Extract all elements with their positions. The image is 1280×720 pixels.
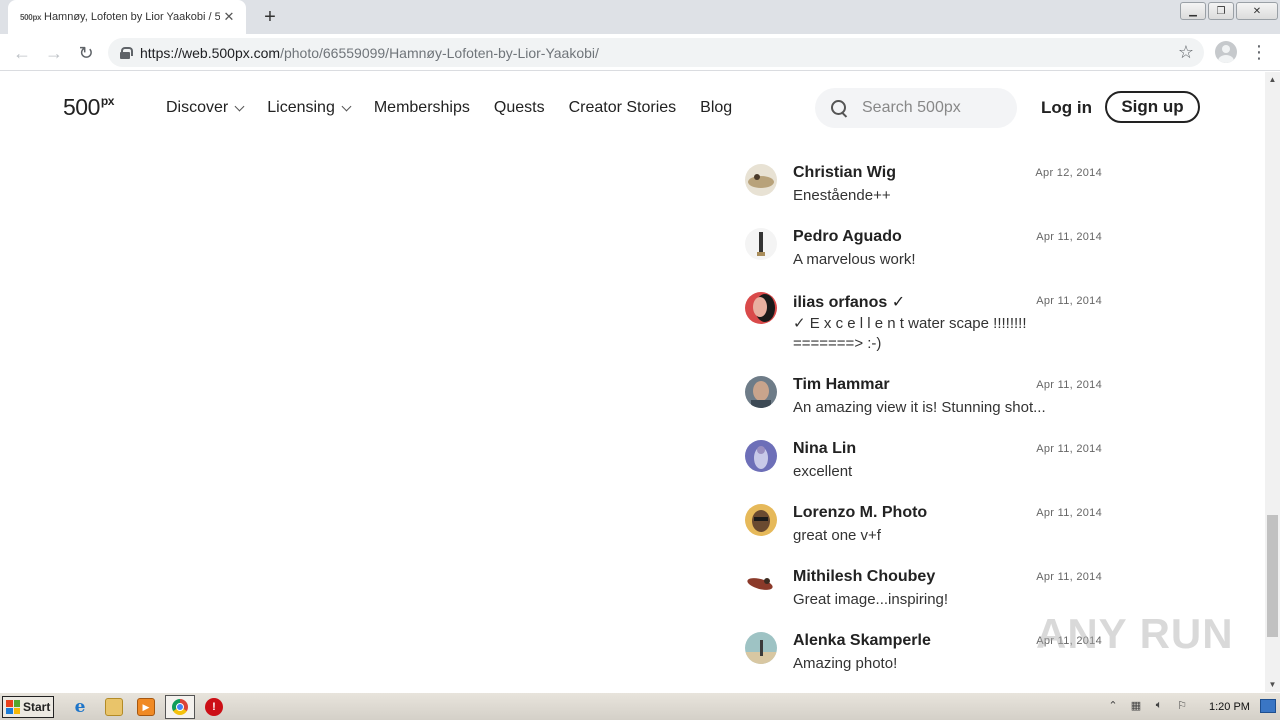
more-menu-icon[interactable]: ⋮: [1250, 42, 1268, 62]
windows-taskbar: Start e ▶ ! ⌃ ▦ 🔈︎ ⚐ 1:20 PM: [0, 692, 1280, 720]
browser-tab[interactable]: 500px Hamnøy, Lofoten by Lior Yaakobi / …: [8, 0, 246, 34]
comment-author[interactable]: ilias orfanos ✓: [793, 292, 905, 312]
nav-licensing[interactable]: Licensing: [267, 99, 352, 117]
avatar[interactable]: [745, 568, 777, 600]
avatar[interactable]: [745, 632, 777, 664]
comment-author[interactable]: Nina Lin: [793, 440, 856, 458]
comment-text: great one v+f: [793, 527, 881, 544]
url-host: https://web.500px.com: [140, 44, 281, 61]
signup-button[interactable]: Sign up: [1105, 91, 1200, 123]
nav-quests[interactable]: Quests: [494, 99, 545, 117]
nav-blog[interactable]: Blog: [700, 99, 732, 117]
folder-icon[interactable]: [105, 698, 123, 716]
comment-text: ✓ E x c e l l e n t water scape !!!!!!!!…: [793, 315, 1027, 352]
flag-icon[interactable]: ⚐: [1174, 697, 1190, 713]
url-text: https://web.500px.com/photo/66559099/Ham…: [140, 45, 599, 61]
main-nav: Discover Licensing Memberships Quests Cr…: [166, 99, 756, 117]
avatar[interactable]: [745, 164, 777, 196]
nav-licensing-label: Licensing: [267, 99, 335, 116]
start-button[interactable]: Start: [2, 696, 54, 718]
url-path: /photo/66559099/Hamnøy-Lofoten-by-Lior-Y…: [280, 44, 599, 61]
warning-icon[interactable]: !: [205, 698, 223, 716]
comment-author[interactable]: Christian Wig: [793, 164, 896, 182]
browser-toolbar: ← → ↻ https://web.500px.com/photo/665590…: [0, 34, 1280, 71]
chrome-icon: [172, 699, 188, 715]
page-scrollbar[interactable]: ▲ ▼: [1265, 72, 1280, 692]
comment-date: Apr 11, 2014: [1036, 443, 1102, 455]
start-label: Start: [23, 700, 51, 714]
comment-date: Apr 11, 2014: [1036, 571, 1102, 583]
reload-icon[interactable]: ↻: [74, 41, 98, 65]
500px-logo[interactable]: 500px: [63, 94, 114, 121]
500px-favicon-icon: 500px: [20, 12, 42, 22]
window-close-button[interactable]: ✕: [1236, 2, 1278, 20]
scroll-up-arrow-icon[interactable]: ▲: [1265, 72, 1280, 87]
comment-text: An amazing view it is! Stunning shot...: [793, 399, 1046, 416]
media-player-icon[interactable]: ▶: [137, 698, 155, 716]
internet-explorer-icon[interactable]: e: [71, 697, 89, 717]
logo-text: 500: [63, 94, 100, 120]
network-icon[interactable]: ▦: [1128, 697, 1144, 713]
bookmark-star-icon[interactable]: ☆: [1178, 42, 1194, 63]
clock[interactable]: 1:20 PM: [1209, 701, 1250, 713]
comment-author[interactable]: Tim Hammar: [793, 376, 890, 394]
search-icon: [831, 99, 848, 117]
comment-text: Great image...inspiring!: [793, 591, 949, 608]
show-desktop-button[interactable]: [1260, 699, 1276, 713]
avatar[interactable]: [745, 440, 777, 472]
comment-text: Amazing photo!: [793, 655, 898, 672]
address-bar[interactable]: https://web.500px.com/photo/66559099/Ham…: [108, 38, 1204, 67]
comment-text: Enestående++: [793, 187, 891, 204]
comment-date: Apr 11, 2014: [1036, 507, 1102, 519]
comment-date: Apr 11, 2014: [1036, 231, 1102, 243]
nav-discover-label: Discover: [166, 99, 229, 116]
nav-creator-stories[interactable]: Creator Stories: [569, 99, 677, 117]
comment-date: Apr 11, 2014: [1036, 379, 1102, 391]
scroll-down-arrow-icon[interactable]: ▼: [1265, 677, 1280, 692]
back-arrow-icon[interactable]: ←: [10, 41, 34, 65]
scrollbar-thumb[interactable]: [1267, 515, 1278, 637]
browser-tab-strip: 500px Hamnøy, Lofoten by Lior Yaakobi / …: [0, 0, 1280, 34]
new-tab-button[interactable]: +: [258, 5, 282, 29]
avatar[interactable]: [745, 292, 777, 324]
comment-date: Apr 12, 2014: [1035, 167, 1102, 179]
avatar[interactable]: [745, 504, 777, 536]
restore-button[interactable]: ❐: [1208, 2, 1234, 20]
anyrun-watermark: ANY RUN: [1036, 610, 1234, 657]
tab-title: Hamnøy, Lofoten by Lior Yaakobi / 5: [44, 11, 220, 23]
comment-author[interactable]: Alenka Skamperle: [793, 632, 931, 650]
nav-discover[interactable]: Discover: [166, 99, 245, 117]
comment-text: excellent: [793, 463, 853, 480]
chevron-up-icon[interactable]: ⌃: [1105, 697, 1121, 713]
comment-author[interactable]: Pedro Aguado: [793, 228, 902, 246]
nav-memberships[interactable]: Memberships: [374, 99, 470, 117]
avatar[interactable]: [745, 228, 777, 260]
site-header: 500px Discover Licensing Memberships Que…: [0, 72, 1265, 144]
comment-author[interactable]: Mithilesh Choubey: [793, 568, 935, 586]
comment-text: A marvelous work!: [793, 251, 916, 268]
avatar[interactable]: [745, 376, 777, 408]
login-link[interactable]: Log in: [1041, 98, 1092, 118]
forward-arrow-icon[interactable]: →: [42, 41, 66, 65]
chrome-taskbar-button[interactable]: [165, 695, 195, 719]
lock-icon[interactable]: [120, 46, 133, 59]
chevron-down-icon: [341, 101, 352, 111]
windows-logo-icon: [6, 700, 20, 714]
profile-icon[interactable]: [1215, 41, 1237, 63]
volume-icon[interactable]: 🔈︎: [1151, 697, 1167, 713]
close-icon[interactable]: ✕: [220, 8, 238, 26]
window-controls: ▁ ❐ ✕: [1180, 0, 1280, 20]
comment-author[interactable]: Lorenzo M. Photo: [793, 504, 927, 522]
chevron-down-icon: [234, 101, 245, 111]
system-tray: ⌃ ▦ 🔈︎ ⚐: [1105, 697, 1197, 713]
search-input[interactable]: [862, 99, 1002, 117]
search-box[interactable]: [815, 88, 1017, 128]
minimize-button[interactable]: ▁: [1180, 2, 1206, 20]
comment-date: Apr 11, 2014: [1036, 295, 1102, 307]
logo-sup: px: [100, 94, 115, 108]
